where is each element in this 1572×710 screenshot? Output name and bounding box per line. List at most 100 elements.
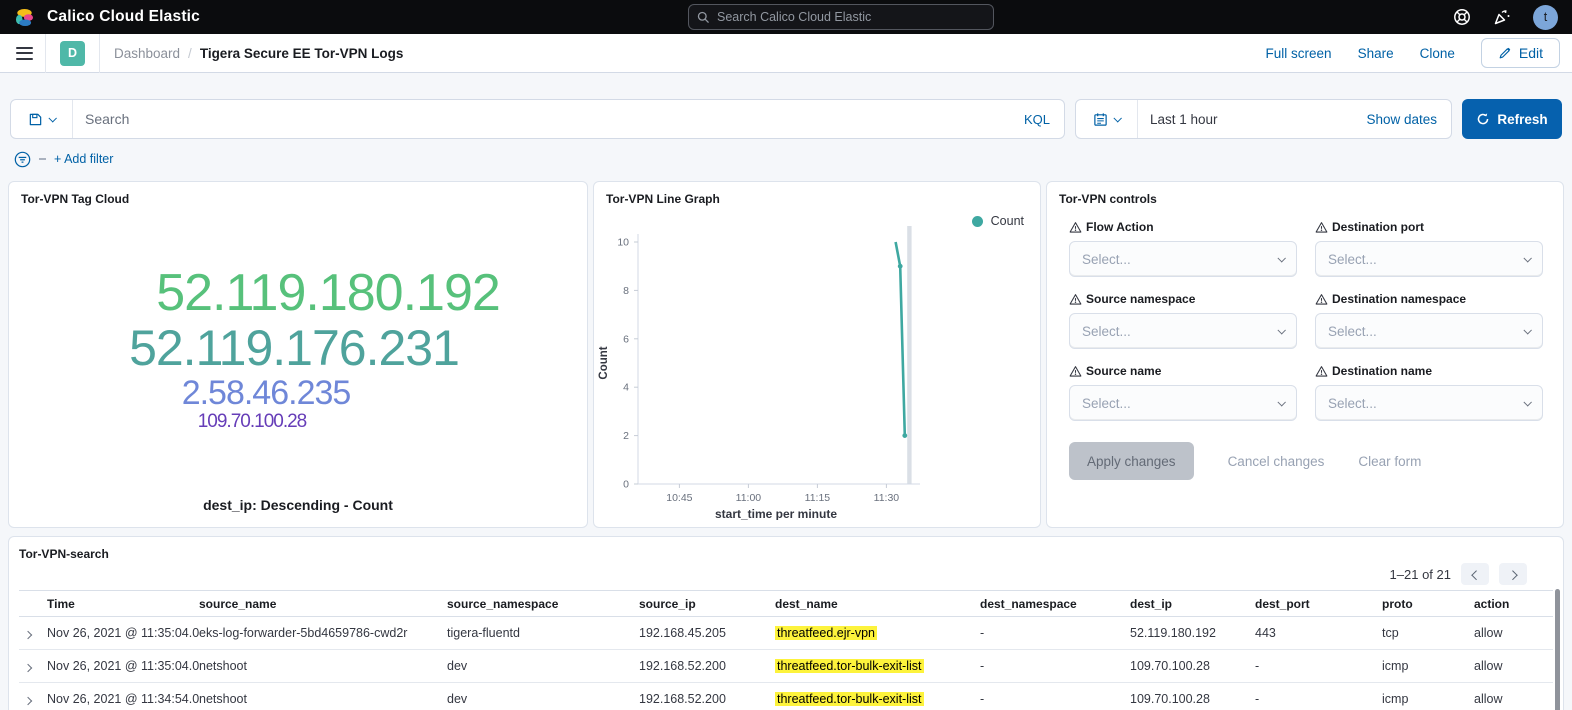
- cell-source_name: netshoot: [199, 692, 447, 706]
- kql-language-button[interactable]: KQL: [1010, 112, 1064, 127]
- clear-form-button[interactable]: Clear form: [1358, 454, 1421, 469]
- dashboard-badge-letter: D: [68, 46, 77, 60]
- menu-icon[interactable]: [16, 47, 33, 60]
- show-dates-button[interactable]: Show dates: [1352, 112, 1451, 127]
- global-search-input[interactable]: Search Calico Cloud Elastic: [688, 4, 994, 30]
- chevron-down-icon: [1277, 254, 1285, 262]
- kql-search-bar: Search KQL: [10, 99, 1065, 139]
- column-header-dest_name[interactable]: dest_name: [775, 597, 980, 611]
- refresh-button[interactable]: Refresh: [1462, 99, 1562, 139]
- tag-cloud-word[interactable]: 2.58.46.235: [182, 375, 351, 412]
- query-bar: Search KQL Last 1 hour Show dates Refres…: [10, 99, 1562, 139]
- tag-cloud-word[interactable]: 52.119.180.192: [156, 265, 500, 321]
- saved-query-menu-button[interactable]: [11, 100, 73, 138]
- svg-text:8: 8: [623, 285, 629, 297]
- cancel-changes-button[interactable]: Cancel changes: [1228, 454, 1325, 469]
- line-graph-panel-title: Tor-VPN Line Graph: [594, 182, 1040, 206]
- full-screen-button[interactable]: Full screen: [1266, 46, 1332, 61]
- control-select[interactable]: Select...: [1069, 241, 1297, 277]
- highlighted-dest-name: threatfeed.ejr-vpn: [775, 626, 877, 640]
- column-header-dest_ip[interactable]: dest_ip: [1130, 597, 1255, 611]
- control-field: Source nameSelect...: [1069, 364, 1297, 421]
- svg-text:10: 10: [617, 237, 629, 249]
- chevron-right-icon: [24, 663, 32, 671]
- pencil-icon: [1498, 46, 1512, 60]
- column-header-source_namespace[interactable]: source_namespace: [447, 597, 639, 611]
- expand-row-button[interactable]: [19, 655, 37, 678]
- edit-button-label: Edit: [1519, 45, 1543, 61]
- column-header-action[interactable]: action: [1474, 597, 1553, 611]
- column-header-proto[interactable]: proto: [1382, 597, 1474, 611]
- elastic-logo-icon[interactable]: [14, 7, 35, 28]
- cell-action: allow: [1474, 692, 1553, 706]
- share-button[interactable]: Share: [1358, 46, 1394, 61]
- chart-now-marker: [907, 226, 911, 484]
- chevron-down-icon: [1277, 398, 1285, 406]
- cell-dest_namespace: -: [980, 626, 1130, 640]
- edit-button[interactable]: Edit: [1481, 38, 1560, 68]
- control-select[interactable]: Select...: [1315, 313, 1543, 349]
- search-query-input[interactable]: Search: [73, 111, 1010, 127]
- dashboard-badge[interactable]: D: [60, 41, 85, 66]
- apply-changes-button[interactable]: Apply changes: [1069, 442, 1194, 480]
- column-header-source_name[interactable]: source_name: [199, 597, 447, 611]
- tag-cloud-word[interactable]: 52.119.176.231: [129, 321, 459, 375]
- next-page-button[interactable]: [1499, 563, 1527, 585]
- chart-x-axis-label: start_time per minute: [715, 507, 837, 520]
- warning-icon: [1069, 365, 1082, 378]
- highlighted-dest-name: threatfeed.tor-bulk-exit-list: [775, 659, 924, 673]
- table-scrollbar[interactable]: [1555, 589, 1560, 710]
- cell-dest_name: threatfeed.tor-bulk-exit-list: [775, 692, 980, 706]
- warning-icon: [1315, 293, 1328, 306]
- previous-page-button[interactable]: [1461, 563, 1489, 585]
- search-results-panel: Tor-VPN-search 1–21 of 21 Timesource_nam…: [8, 536, 1564, 710]
- chevron-down-icon: [48, 114, 56, 122]
- cell-time: Nov 26, 2021 @ 11:35:04.000: [47, 626, 199, 640]
- date-quick-menu-button[interactable]: [1076, 100, 1138, 138]
- table-row: Nov 26, 2021 @ 11:35:04.000eks-log-forwa…: [19, 617, 1553, 650]
- chart-legend[interactable]: Count: [972, 214, 1024, 228]
- filter-icon[interactable]: [14, 151, 31, 168]
- control-select[interactable]: Select...: [1315, 241, 1543, 277]
- newsfeed-icon[interactable]: [1493, 8, 1511, 26]
- help-icon[interactable]: [1453, 8, 1471, 26]
- breadcrumb-dashboard[interactable]: Dashboard: [114, 46, 180, 61]
- add-filter-button[interactable]: + Add filter: [54, 152, 113, 166]
- cell-dest_ip: 109.70.100.28: [1130, 692, 1255, 706]
- expand-row-button[interactable]: [19, 688, 37, 710]
- cell-proto: icmp: [1382, 659, 1474, 673]
- clone-button[interactable]: Clone: [1420, 46, 1455, 61]
- column-header-source_ip[interactable]: source_ip: [639, 597, 775, 611]
- chevron-right-icon: [1507, 570, 1517, 580]
- control-select[interactable]: Select...: [1315, 385, 1543, 421]
- time-range-value[interactable]: Last 1 hour: [1138, 112, 1230, 127]
- chevron-right-icon: [24, 630, 32, 638]
- control-select[interactable]: Select...: [1069, 313, 1297, 349]
- svg-text:11:30: 11:30: [874, 492, 900, 504]
- table-body: Nov 26, 2021 @ 11:35:04.000eks-log-forwa…: [19, 617, 1553, 710]
- cell-source_namespace: dev: [447, 659, 639, 673]
- svg-text:10:45: 10:45: [666, 492, 692, 504]
- app-title: Calico Cloud Elastic: [47, 8, 200, 26]
- warning-icon: [1315, 365, 1328, 378]
- cell-dest_port: -: [1255, 692, 1382, 706]
- cell-action: allow: [1474, 659, 1553, 673]
- legend-dot-icon: [972, 216, 983, 227]
- column-header-dest_namespace[interactable]: dest_namespace: [980, 597, 1130, 611]
- column-header-Time[interactable]: Time: [47, 597, 199, 611]
- table-header-row: Timesource_namesource_namespacesource_ip…: [19, 590, 1553, 617]
- svg-text:0: 0: [623, 479, 629, 491]
- control-field-label: Destination namespace: [1315, 292, 1543, 306]
- control-select[interactable]: Select...: [1069, 385, 1297, 421]
- table-row: Nov 26, 2021 @ 11:35:04.000netshootdev19…: [19, 650, 1553, 683]
- chevron-down-icon: [1277, 326, 1285, 334]
- user-avatar[interactable]: t: [1533, 5, 1558, 30]
- warning-icon: [1069, 221, 1082, 234]
- tag-cloud: 52.119.180.19252.119.176.2312.58.46.2351…: [9, 200, 587, 497]
- line-graph-panel: Tor-VPN Line Graph 024681010:4511:0011:1…: [593, 181, 1041, 528]
- pagination-count: 1–21 of 21: [1390, 567, 1451, 582]
- column-header-dest_port[interactable]: dest_port: [1255, 597, 1382, 611]
- cell-dest_namespace: -: [980, 659, 1130, 673]
- tag-cloud-word[interactable]: 109.70.100.28: [198, 412, 307, 433]
- expand-row-button[interactable]: [19, 622, 37, 645]
